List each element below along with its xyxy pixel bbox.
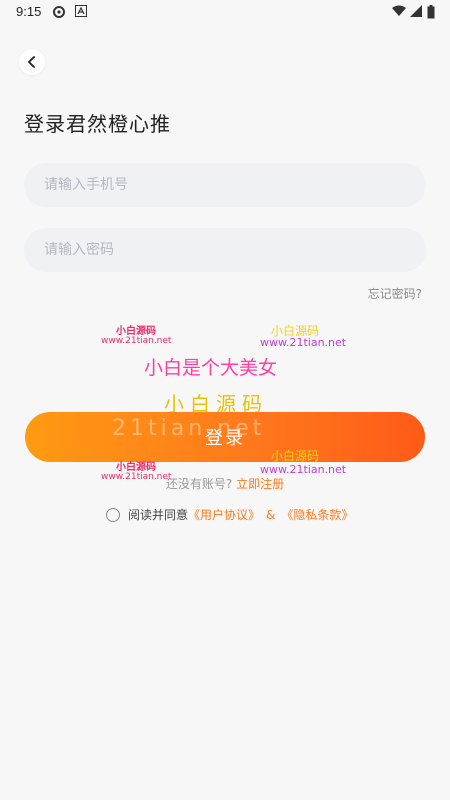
phone-input[interactable] [24, 163, 426, 207]
font-icon [75, 5, 87, 20]
agree-radio[interactable] [106, 507, 120, 522]
sync-icon [52, 5, 66, 22]
battery-icon [427, 5, 435, 22]
phone-field-wrap [24, 163, 426, 207]
status-time: 9:15 [16, 4, 42, 19]
wifi-icon [392, 5, 406, 20]
watermark-slogan: 小白是个大美女 [144, 357, 278, 379]
watermark-brand: 小白源码 [116, 462, 156, 473]
user-agreement-link[interactable]: 《用户协议》 [188, 506, 260, 523]
agreement-prefix: 阅读并同意 [128, 508, 189, 522]
password-input[interactable] [24, 228, 426, 272]
status-bar: 9:15 [0, 0, 450, 26]
watermark-brand: 小白源码 [271, 449, 320, 463]
back-button[interactable] [19, 49, 45, 75]
chevron-left-icon [27, 53, 37, 72]
page-title: 登录君然橙心推 [24, 112, 171, 136]
register-link[interactable]: 立即注册 [236, 477, 284, 491]
privacy-link[interactable]: 《隐私条款》 [281, 506, 353, 523]
watermark-site: www.21tian.net [101, 336, 172, 346]
watermark-faint: 21tian.net [112, 416, 266, 441]
password-field-wrap [24, 228, 426, 272]
register-line: 还没有账号? 立即注册 [0, 475, 450, 492]
signal-icon [410, 5, 422, 20]
forgot-password-link[interactable]: 忘记密码? [368, 285, 422, 302]
agreement-row: 阅读并同意 《用户协议》 & 《隐私条款》 [106, 506, 353, 523]
agreement-amp: & [266, 507, 276, 522]
watermark-site: www.21tian.net [260, 336, 347, 349]
watermark-brand: 小白源码 [116, 326, 156, 337]
register-prompt: 还没有账号? [165, 477, 233, 491]
